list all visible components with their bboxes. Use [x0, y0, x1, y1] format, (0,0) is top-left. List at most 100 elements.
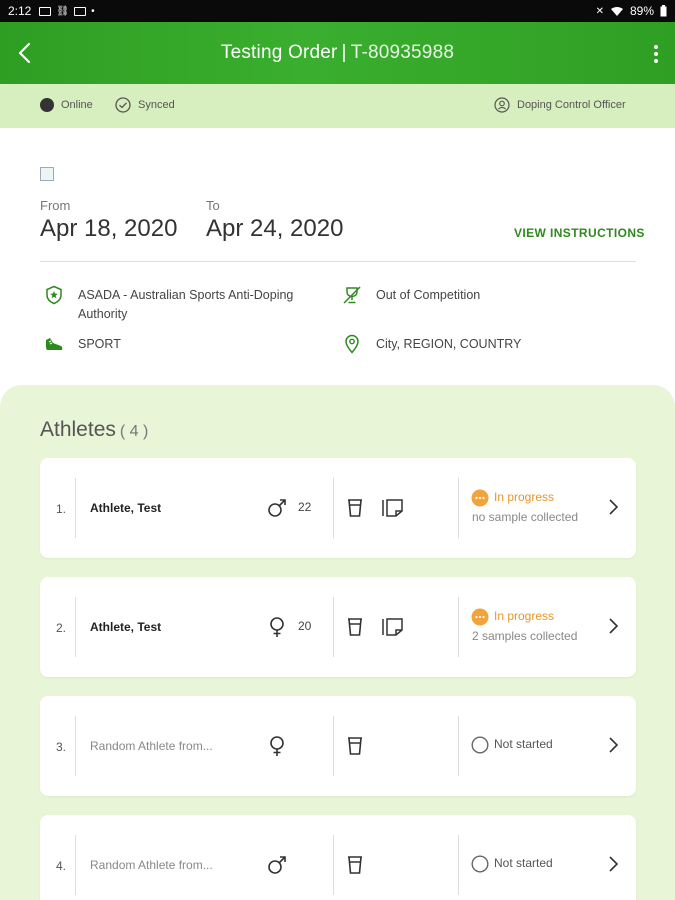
status-label: In progress	[494, 490, 555, 504]
app-bar: Testing Order | T-80935988	[0, 22, 675, 84]
chevron-right-icon[interactable]	[607, 497, 619, 517]
not-started-icon	[471, 855, 489, 873]
athlete-name: Random Athlete from...	[90, 858, 213, 872]
divider	[333, 478, 334, 538]
clock: 2:12	[8, 4, 32, 18]
authority-info: ASADA - Australian Sports Anti-Doping Au…	[44, 285, 334, 324]
athlete-card-3[interactable]: 3. Random Athlete from... Not started	[40, 696, 636, 796]
authority-text: ASADA - Australian Sports Anti-Doping Au…	[78, 286, 293, 324]
connection-status-strip: Online Synced Doping Control Officer	[0, 84, 675, 128]
location-pin-icon	[345, 334, 359, 354]
back-arrow-icon[interactable]	[14, 40, 38, 66]
male-icon	[268, 856, 286, 874]
athlete-name: Random Athlete from...	[90, 739, 213, 753]
divider	[458, 716, 459, 776]
divider	[458, 478, 459, 538]
athletes-title: Athletes	[40, 418, 116, 441]
view-instructions-button[interactable]: VIEW INSTRUCTIONS	[514, 226, 645, 240]
location-text: City, REGION, COUNTRY	[376, 337, 522, 351]
chevron-right-icon[interactable]	[607, 854, 619, 874]
in-progress-icon	[471, 489, 489, 507]
authority-shield-icon	[46, 285, 62, 305]
network-notification-icon: ⛓	[56, 5, 70, 17]
synced-label: Synced	[138, 99, 175, 111]
order-code: T-80935988	[350, 42, 455, 63]
to-date: Apr 24, 2020	[206, 215, 344, 242]
female-icon	[270, 736, 284, 756]
athlete-number: 3.	[56, 740, 67, 754]
form-document-icon	[382, 618, 403, 636]
competition-text: Out of Competition	[376, 288, 481, 302]
more-notifications-icon: •	[91, 5, 95, 17]
authority-line-2: Authority	[78, 307, 128, 321]
athlete-age: 20	[298, 619, 312, 633]
status-label: In progress	[494, 609, 555, 623]
divider	[75, 835, 76, 895]
form-document-icon	[382, 499, 403, 517]
title-separator: |	[341, 42, 347, 63]
status-label: Not started	[494, 737, 553, 751]
title-text: Testing Order	[220, 42, 338, 63]
sport-text: SPORT	[78, 337, 121, 351]
online-dot-icon	[40, 98, 54, 112]
sample-status: 2 samples collected	[472, 629, 578, 643]
from-date: Apr 18, 2020	[40, 215, 178, 242]
out-of-competition-icon	[343, 286, 361, 304]
from-label: From	[40, 198, 71, 213]
competition-info: Out of Competition	[342, 286, 480, 305]
sample-cup-icon	[348, 856, 362, 874]
location-info: City, REGION, COUNTRY	[342, 334, 522, 354]
sample-status: no sample collected	[472, 510, 579, 524]
synced-check-icon	[115, 97, 131, 113]
athlete-number: 2.	[56, 621, 67, 635]
page-title: Testing Order | T-80935988	[221, 42, 454, 64]
athlete-number: 4.	[56, 859, 67, 873]
user-role[interactable]: Doping Control Officer	[494, 97, 626, 113]
sport-shoe-icon	[46, 338, 63, 350]
online-indicator: Online	[40, 98, 93, 112]
status-label: Not started	[494, 856, 553, 870]
more-options-icon[interactable]	[651, 42, 661, 66]
chevron-right-icon[interactable]	[607, 735, 619, 755]
male-icon	[268, 499, 286, 517]
mute-icon: ✕	[595, 5, 604, 17]
athlete-number: 1.	[56, 502, 67, 516]
sport-info: SPORT	[44, 335, 121, 354]
authority-line-1: ASADA - Australian Sports Anti-Doping	[78, 288, 294, 302]
female-icon	[270, 617, 284, 637]
battery-level: 89%	[629, 4, 654, 18]
divider	[333, 716, 334, 776]
role-label: Doping Control Officer	[517, 99, 626, 111]
wifi-icon	[610, 6, 623, 16]
divider	[40, 261, 636, 262]
divider	[458, 835, 459, 895]
divider	[75, 478, 76, 538]
synced-indicator: Synced	[115, 97, 175, 113]
sample-cup-icon	[348, 499, 362, 517]
divider	[75, 597, 76, 657]
athlete-card-1[interactable]: 1. Athlete, Test 22 In progress no sampl…	[40, 458, 636, 558]
system-status-bar: 2:12 ⛓ • ✕ 89%	[0, 0, 675, 22]
gallery-notification-icon	[39, 6, 52, 16]
athlete-card-2[interactable]: 2. Athlete, Test 20 In progress 2 sample…	[40, 577, 636, 677]
battery-icon	[660, 5, 667, 17]
athlete-name: Athlete, Test	[90, 620, 162, 634]
to-label: To	[206, 198, 220, 213]
athletes-heading: Athletes( 4 )	[40, 418, 148, 442]
divider	[333, 597, 334, 657]
not-started-icon	[471, 736, 489, 754]
sample-cup-icon	[348, 737, 362, 755]
athlete-card-4[interactable]: 4. Random Athlete from... Not started	[40, 815, 636, 900]
email-notification-icon	[74, 6, 87, 16]
athletes-count: ( 4 )	[119, 423, 149, 440]
athlete-name: Athlete, Test	[90, 501, 162, 515]
divider	[458, 597, 459, 657]
divider	[333, 835, 334, 895]
sample-cup-icon	[348, 618, 362, 636]
divider	[75, 716, 76, 776]
athlete-age: 22	[298, 500, 312, 514]
chevron-right-icon[interactable]	[607, 616, 619, 636]
in-progress-icon	[471, 608, 489, 626]
user-badge-icon	[494, 97, 510, 113]
organization-logo-image	[40, 167, 54, 181]
